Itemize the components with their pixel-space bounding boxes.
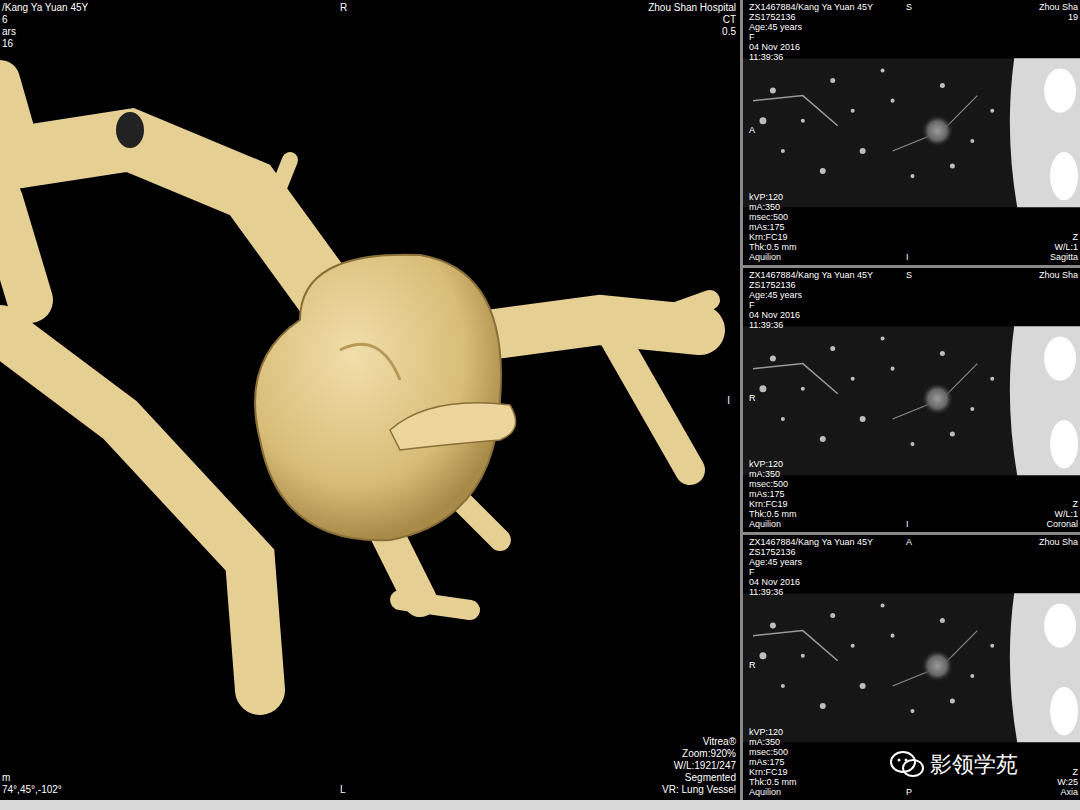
main-3d-view[interactable]: /Kang Ya Yuan 45Y6ars16 R Zhou Shan Hospit… <box>0 0 740 800</box>
slice-left-mark: R <box>749 660 756 670</box>
ct-slice-image <box>743 268 1080 533</box>
main-bottom-right: Vitrea®Zoom:920%W/L:1921/247SegmentedVR:… <box>662 736 736 796</box>
main-top-right: Zhou Shan HospitalCT0.5 <box>648 2 736 38</box>
sagittal-slice-panel[interactable]: ZX1467884/Kang Ya Yuan 45YZS1752136Age:4… <box>743 0 1080 265</box>
slice-top-right: Zhou Sha19 <box>1039 2 1078 22</box>
slice-top-mark: S <box>906 270 912 280</box>
slice-params: kVP:120mA:350msec:500mAs:175Krn:FC19Thk:… <box>749 727 797 797</box>
ct-slice-image <box>743 0 1080 265</box>
slice-left-mark: A <box>749 125 755 135</box>
main-right-mark: I <box>727 395 730 407</box>
main-top-center: R <box>340 2 347 14</box>
viewer-screen: /Kang Ya Yuan 45Y6ars16 R Zhou Shan Hospit… <box>0 0 1080 810</box>
slice-header: ZX1467884/Kang Ya Yuan 45YZS1752136Age:4… <box>749 2 873 62</box>
slice-top-mark: A <box>906 537 912 547</box>
slice-bottom-right: ZW:25Axia <box>1057 767 1078 797</box>
main-bottom-left: m74°,45°,-102° <box>2 772 62 796</box>
slice-left-mark: R <box>749 393 756 403</box>
slice-bottom-mark: P <box>906 787 912 797</box>
slice-header: ZX1467884/Kang Ya Yuan 45YZS1752136Age:4… <box>749 537 873 597</box>
slice-bottom-right: ZW/L:1Sagitta <box>1050 232 1078 262</box>
coronal-slice-panel[interactable]: ZX1467884/Kang Ya Yuan 45YZS1752136Age:4… <box>743 268 1080 533</box>
slice-bottom-mark: I <box>906 519 909 529</box>
main-top-left: /Kang Ya Yuan 45Y6ars16 <box>2 2 88 50</box>
wechat-icon <box>890 751 924 779</box>
watermark: 影领学苑 <box>890 748 1018 781</box>
slice-params: kVP:120mA:350msec:500mAs:175Krn:FC19Thk:… <box>749 459 797 529</box>
slice-top-right: Zhou Sha <box>1039 270 1078 280</box>
slice-bottom-mark: I <box>906 252 909 262</box>
slice-params: kVP:120mA:350msec:500mAs:175Krn:FC19Thk:… <box>749 192 797 262</box>
slice-header: ZX1467884/Kang Ya Yuan 45YZS1752136Age:4… <box>749 270 873 330</box>
slice-top-right: Zhou Sha <box>1039 537 1078 547</box>
slice-column: ZX1467884/Kang Ya Yuan 45YZS1752136Age:4… <box>743 0 1080 800</box>
viewport-area: /Kang Ya Yuan 45Y6ars16 R Zhou Shan Hospit… <box>0 0 1080 800</box>
main-bottom-center: L <box>340 784 346 796</box>
slice-bottom-right: ZW/L:1Coronal <box>1046 499 1078 529</box>
slice-top-mark: S <box>906 2 912 12</box>
lung-vessel-render[interactable] <box>0 0 740 800</box>
